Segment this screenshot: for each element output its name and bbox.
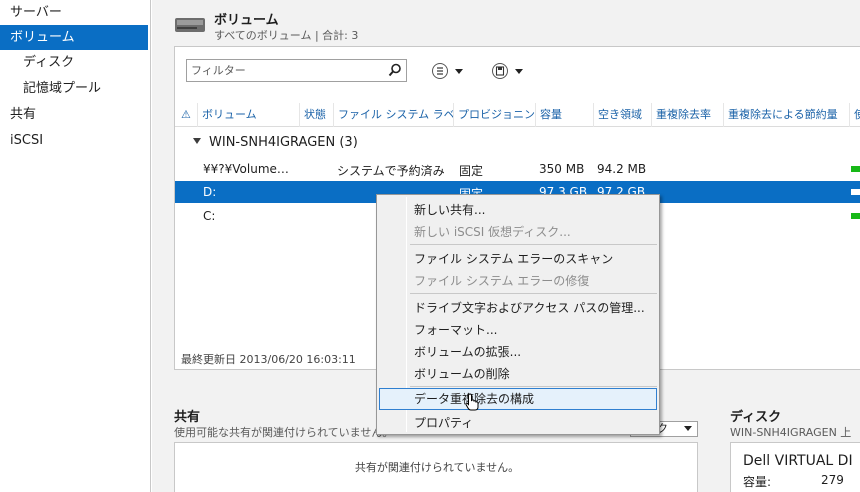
sidebar-item-disks[interactable]: ディスク <box>0 50 148 75</box>
column-status[interactable]: 状態 <box>299 103 333 127</box>
volumes-title: ボリューム <box>214 13 279 28</box>
sidebar-item-iscsi[interactable]: iSCSI <box>0 128 148 153</box>
usage-bar <box>851 189 860 195</box>
server-group-header[interactable]: WIN-SNH4IGRAGEN (3) <box>193 135 358 150</box>
row-capacity: 350 MB <box>539 162 585 176</box>
sidebar-item-volumes[interactable]: ボリューム <box>0 25 148 50</box>
server-group-label: WIN-SNH4IGRAGEN (3) <box>209 135 358 150</box>
sidebar-item-shares[interactable]: 共有 <box>0 102 148 127</box>
column-provisioning[interactable]: プロビジョニング <box>453 103 535 127</box>
sidebar-nav: サーバー ボリューム ディスク 記憶域プール 共有 iSCSI <box>0 0 151 492</box>
column-dedup-savings[interactable]: 重複除去による節約量 <box>723 103 849 127</box>
disk-title: ディスク <box>730 410 782 425</box>
search-icon[interactable] <box>388 63 402 77</box>
shares-panel: 共有が関連付けられていません。 <box>174 442 698 492</box>
warning-column-icon[interactable]: ⚠ <box>175 103 197 127</box>
menu-item-new-share[interactable]: 新しい共有... <box>379 199 657 221</box>
filter-box <box>186 59 407 82</box>
disk-capacity-label: 容量: <box>743 475 772 489</box>
row-free-space: 94.2 MB <box>597 162 647 176</box>
column-capacity[interactable]: 容量 <box>535 103 593 127</box>
list-view-menu-icon[interactable] <box>431 62 467 80</box>
row-volume: D: <box>203 185 217 199</box>
volumes-subtitle: すべてのボリューム | 合計: 3 <box>214 29 359 42</box>
disk-capacity-value: 279 <box>821 473 844 487</box>
menu-item-extend-volume[interactable]: ボリュームの拡張... <box>379 341 657 363</box>
menu-item-new-iscsi-disk[interactable]: 新しい iSCSI 仮想ディスク... <box>379 221 657 243</box>
menu-item-properties[interactable]: プロパティ <box>379 412 657 434</box>
row-fs-label: システムで予約済み <box>337 164 445 178</box>
sidebar-item-servers[interactable]: サーバー <box>0 0 148 25</box>
menu-separator <box>410 293 657 294</box>
menu-item-scan-fs-errors[interactable]: ファイル システム エラーのスキャン <box>379 248 657 270</box>
mouse-cursor-icon <box>465 393 479 411</box>
menu-item-manage-drive-letter[interactable]: ドライブ文字およびアクセス パスの管理... <box>379 297 657 319</box>
row-volume: C: <box>203 209 216 223</box>
disk-subtitle: WIN-SNH4IGRAGEN 上 <box>730 426 852 439</box>
shares-empty-text: 共有が関連付けられていません。 <box>354 461 520 474</box>
row-provisioning: 固定 <box>459 164 484 178</box>
sidebar-item-storage-pools[interactable]: 記憶域プール <box>0 76 148 101</box>
disk-panel: Dell VIRTUAL DI 容量: 279 <box>730 442 860 492</box>
table-row[interactable]: ¥¥?¥Volume… システムで予約済み 固定 350 MB 94.2 MB <box>175 158 860 180</box>
chevron-down-icon <box>684 426 692 431</box>
last-updated-text: 最終更新日 2013/06/20 16:03:11 <box>181 353 356 366</box>
menu-item-format[interactable]: フォーマット... <box>379 319 657 341</box>
filter-input[interactable] <box>187 60 377 81</box>
shares-title: 共有 <box>174 410 201 425</box>
usage-bar <box>851 213 860 219</box>
column-usage[interactable]: 使 <box>849 103 860 127</box>
save-menu-icon[interactable] <box>491 62 527 80</box>
disk-name: Dell VIRTUAL DI <box>743 453 853 469</box>
volume-icon <box>175 18 205 32</box>
usage-bar <box>851 166 860 172</box>
row-volume: ¥¥?¥Volume… <box>203 162 289 176</box>
column-dedup-rate[interactable]: 重複除去率 <box>651 103 723 127</box>
menu-item-delete-volume[interactable]: ボリュームの削除 <box>379 363 657 385</box>
context-menu: 新しい共有... 新しい iSCSI 仮想ディスク... ファイル システム エ… <box>376 194 660 435</box>
menu-separator <box>410 386 657 387</box>
menu-item-configure-dedup[interactable]: データ重複除去の構成 <box>379 388 657 410</box>
column-free-space[interactable]: 空き領域 <box>593 103 651 127</box>
shares-subtitle: 使用可能な共有が関連付けられていません。 <box>174 426 394 439</box>
menu-separator <box>410 244 657 245</box>
menu-item-repair-fs-errors[interactable]: ファイル システム エラーの修復 <box>379 270 657 292</box>
volumes-table-header: ⚠ ボリューム 状態 ファイル システム ラベル プロビジョニング 容量 空き領… <box>175 103 860 127</box>
column-fs-label[interactable]: ファイル システム ラベル <box>333 103 453 127</box>
server-manager-window: サーバー ボリューム ディスク 記憶域プール 共有 iSCSI ボリューム すべ… <box>0 0 860 492</box>
collapse-triangle-icon[interactable] <box>193 138 201 144</box>
column-volume[interactable]: ボリューム <box>197 103 299 127</box>
